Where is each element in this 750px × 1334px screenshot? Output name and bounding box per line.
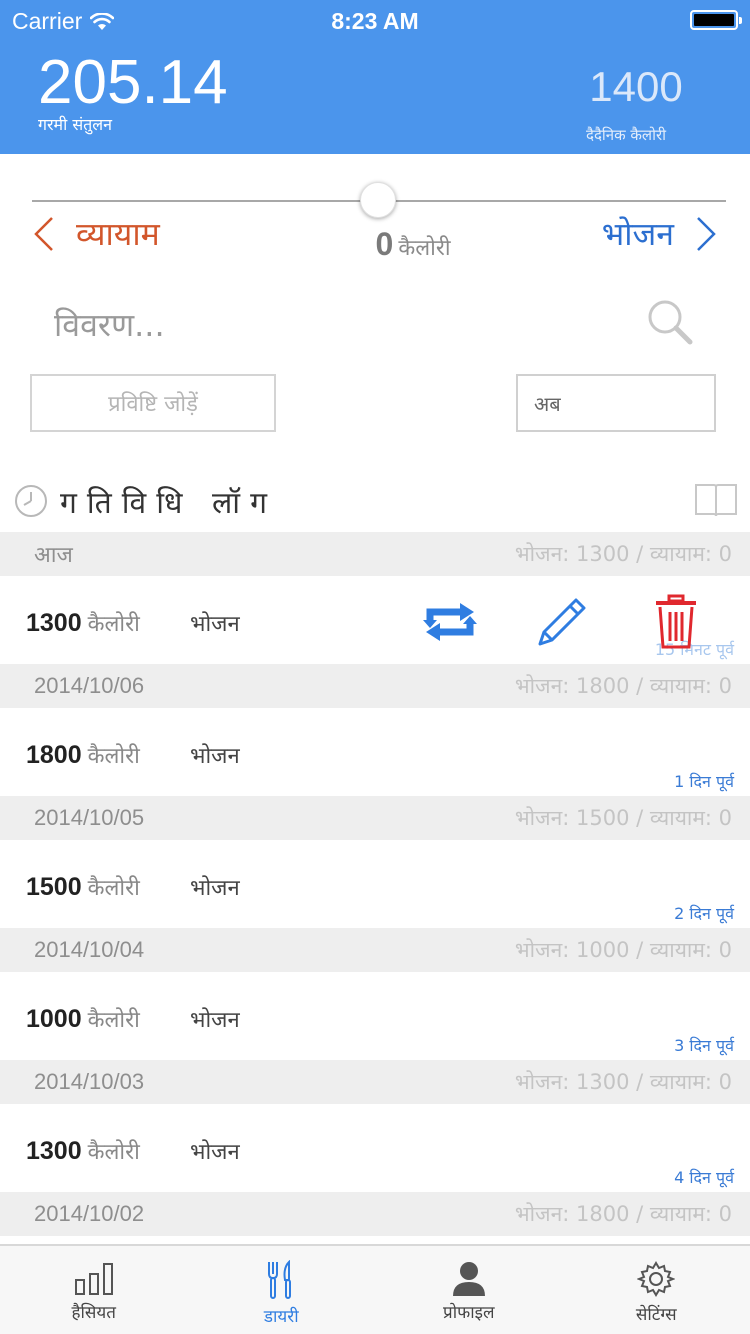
description-input[interactable] — [54, 300, 614, 350]
search-icon[interactable] — [644, 296, 696, 348]
status-time: 8:23 AM — [331, 8, 419, 34]
entry-actions — [420, 594, 710, 650]
entry-calories-unit: कैलोरी — [87, 1140, 140, 1165]
entry-calories: 1800 कैलोरी — [26, 740, 140, 770]
day-summary: भोजन: 1800 / व्यायाम: 0 — [514, 674, 732, 698]
log-entry[interactable]: 1300 कैलोरी भोजन 4 दिन पूर्व — [0, 1104, 750, 1192]
daily-calories-value: 1400 — [589, 63, 683, 110]
tab-label: हैसियत — [71, 1303, 116, 1323]
entry-type: भोजन — [190, 876, 240, 901]
day-date: 2014/10/03 — [34, 1069, 145, 1094]
day-date: 2014/10/02 — [34, 1201, 145, 1226]
entry-calories-unit: कैलोरी — [87, 744, 140, 769]
day-header: 2014/10/02 भोजन: 1800 / व्यायाम: 0 — [0, 1192, 750, 1236]
tab-status[interactable]: हैसियत — [0, 1246, 188, 1334]
day-header: आज भोजन: 1300 / व्यायाम: 0 — [0, 532, 750, 576]
activity-log-header: गतिविधि लॉग — [14, 478, 738, 524]
entry-calories: 1500 कैलोरी — [26, 872, 140, 902]
chevron-right-icon — [697, 216, 716, 251]
pencil-icon[interactable] — [532, 594, 592, 650]
tab-bar: हैसियत डायरी प्रोफाइल सेटिंग्स — [0, 1244, 750, 1334]
entry-type: भोजन — [190, 1140, 240, 1165]
battery-icon — [690, 10, 742, 30]
heat-balance-label: गरमी संतुलन — [38, 115, 113, 134]
entry-calories-unit: कैलोरी — [87, 612, 140, 637]
entry-calories: 1300 कैलोरी — [26, 1136, 140, 1166]
day-summary: भोजन: 1300 / व्यायाम: 0 — [514, 1070, 732, 1094]
tab-profile[interactable]: प्रोफाइल — [375, 1246, 563, 1334]
tab-label: डायरी — [263, 1307, 299, 1327]
entry-time-ago: 1 दिन पूर्व — [674, 772, 734, 791]
day-date: 2014/10/06 — [34, 673, 145, 698]
entry-calories-value: 1300 — [26, 609, 82, 637]
calorie-slider-thumb[interactable] — [360, 182, 396, 218]
tab-diary[interactable]: डायरी — [188, 1246, 376, 1334]
day-header: 2014/10/06 भोजन: 1800 / व्यायाम: 0 — [0, 664, 750, 708]
entry-time-ago: 2 दिन पूर्व — [674, 904, 734, 923]
tab-label: सेटिंग्स — [635, 1305, 677, 1325]
clock-icon — [15, 485, 47, 517]
exercise-selector[interactable]: व्यायाम — [30, 212, 160, 255]
entry-calories: 1000 कैलोरी — [26, 1004, 140, 1034]
entry-type: भोजन — [190, 612, 240, 637]
status-bar: Carrier 8:23 AM — [0, 0, 750, 40]
food-selector[interactable]: भोजन — [602, 212, 720, 255]
tab-settings[interactable]: सेटिंग्स — [563, 1246, 750, 1334]
activity-log-list: आज भोजन: 1300 / व्यायाम: 0 1300 कैलोरी भ… — [0, 532, 750, 1236]
entry-calories-value: 1800 — [26, 741, 82, 769]
entry-calories: 1300 कैलोरी — [26, 608, 140, 638]
day-date: 2014/10/05 — [34, 805, 145, 830]
heat-balance-value: 205.14 — [38, 48, 228, 117]
food-label: भोजन — [601, 215, 674, 253]
log-entry[interactable]: 1000 कैलोरी भोजन 3 दिन पूर्व — [0, 972, 750, 1060]
header: Carrier 8:23 AM 205.14 गरमी संतुलन 1400 … — [0, 0, 750, 154]
day-header: 2014/10/05 भोजन: 1500 / व्यायाम: 0 — [0, 796, 750, 840]
day-date: आज — [34, 542, 73, 567]
entry-calories-value: 1300 — [26, 1137, 82, 1165]
trash-icon[interactable] — [646, 594, 706, 650]
entry-calories-unit: कैलोरी — [87, 876, 140, 901]
entry-calories-unit: कैलोरी — [87, 1008, 140, 1033]
daily-calories-label: दैदैनिक कैलोरी — [585, 126, 667, 144]
day-header: 2014/10/04 भोजन: 1000 / व्यायाम: 0 — [0, 928, 750, 972]
person-icon — [452, 1262, 485, 1296]
book-icon[interactable] — [694, 482, 738, 518]
day-header: 2014/10/03 भोजन: 1300 / व्यायाम: 0 — [0, 1060, 750, 1104]
add-entry-button[interactable]: प्रविष्टि जोड़ें — [30, 374, 276, 432]
log-entry[interactable]: 1300 कैलोरी भोजन 15 मिनट पूर्व — [0, 576, 750, 664]
gear-icon — [637, 1261, 676, 1297]
fork-knife-icon — [268, 1260, 292, 1299]
log-entry[interactable]: 1800 कैलोरी भोजन 1 दिन पूर्व — [0, 708, 750, 796]
day-summary: भोजन: 1800 / व्यायाम: 0 — [514, 1202, 732, 1226]
log-entry[interactable]: 1500 कैलोरी भोजन 2 दिन पूर्व — [0, 840, 750, 928]
chevron-left-icon — [34, 216, 53, 251]
entry-time-ago: 4 दिन पूर्व — [674, 1168, 734, 1187]
calories-unit: कैलोरी — [398, 236, 451, 261]
calories-value: 0 — [375, 226, 394, 262]
activity-log-title: गतिविधि लॉग — [60, 485, 277, 521]
repeat-icon[interactable] — [420, 594, 480, 650]
day-summary: भोजन: 1000 / व्यायाम: 0 — [514, 938, 732, 962]
day-summary: भोजन: 1500 / व्यायाम: 0 — [514, 806, 732, 830]
tab-label: प्रोफाइल — [443, 1303, 495, 1323]
entry-calories-value: 1000 — [26, 1005, 82, 1033]
entry-calories-value: 1500 — [26, 873, 82, 901]
calories-readout: 0 कैलोरी — [300, 226, 526, 263]
entry-type: भोजन — [190, 1008, 240, 1033]
entry-time-ago: 3 दिन पूर्व — [674, 1036, 734, 1055]
entry-type: भोजन — [190, 744, 240, 769]
day-summary: भोजन: 1300 / व्यायाम: 0 — [514, 542, 732, 566]
day-date: 2014/10/04 — [34, 937, 145, 962]
bar-chart-icon — [74, 1263, 113, 1295]
exercise-label: व्यायाम — [76, 215, 160, 253]
time-field[interactable] — [516, 374, 716, 432]
